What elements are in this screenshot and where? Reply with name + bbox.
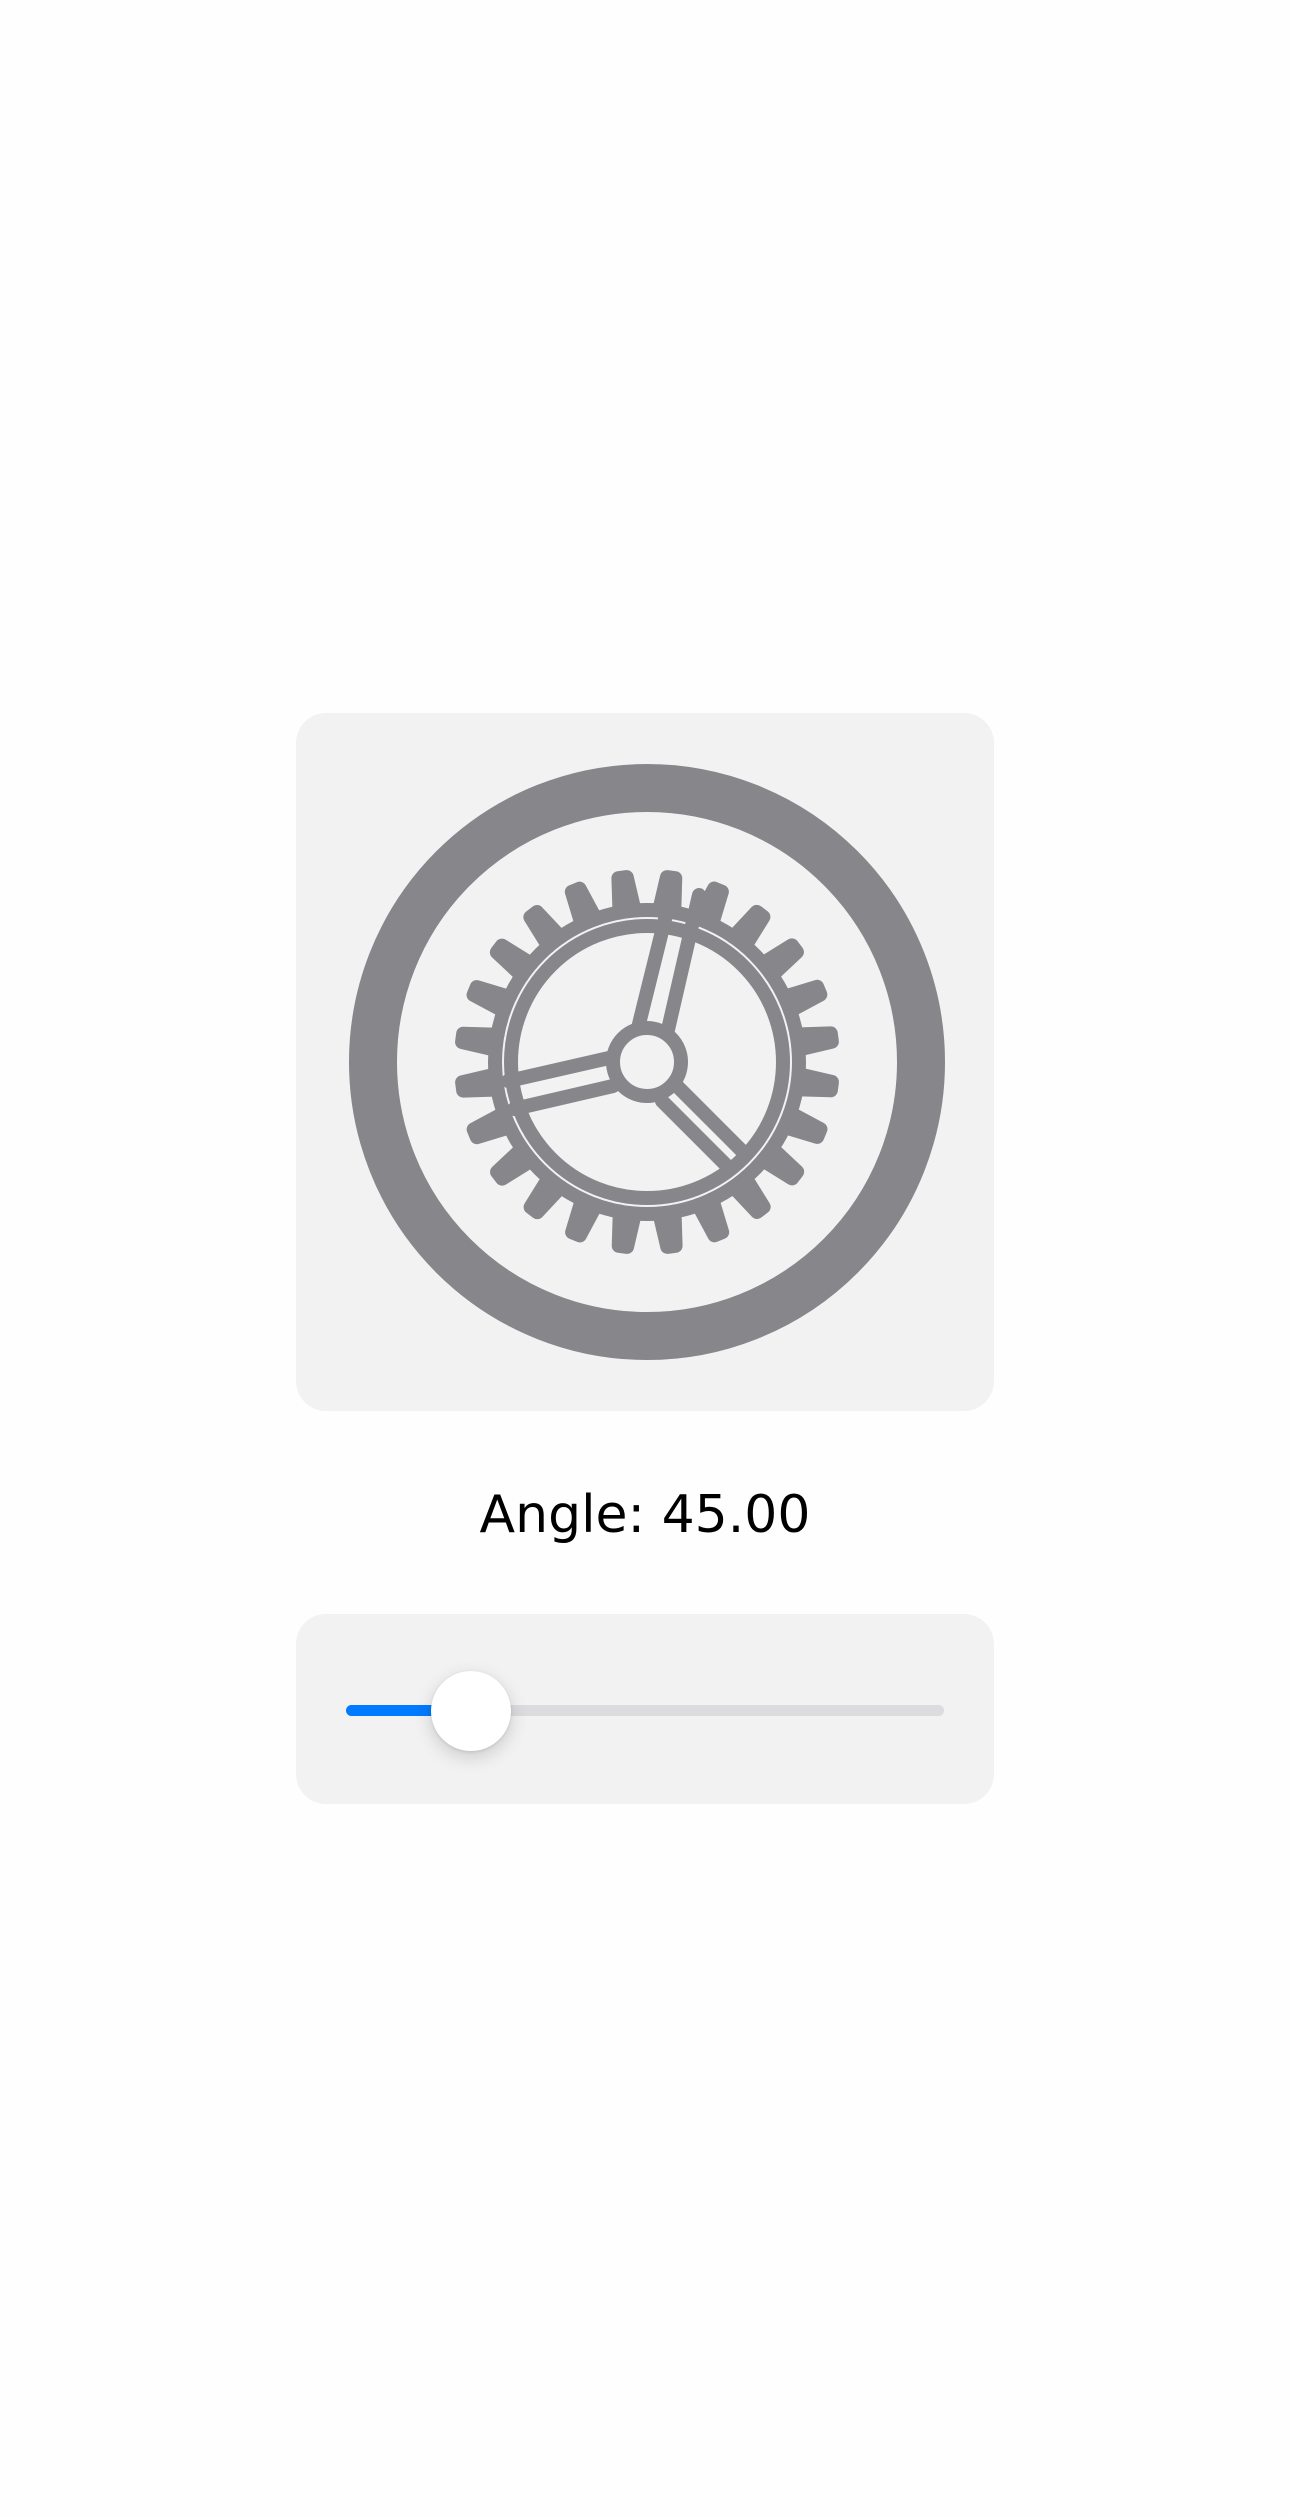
slider-card xyxy=(296,1614,994,1804)
angle-slider[interactable] xyxy=(346,1671,944,1751)
slider-thumb[interactable] xyxy=(431,1671,511,1751)
angle-label: Angle: 45.00 xyxy=(479,1485,811,1545)
icon-card xyxy=(296,713,994,1411)
screen: Angle: 45.00 xyxy=(0,0,1290,2517)
settings-gear-icon xyxy=(349,764,945,1360)
